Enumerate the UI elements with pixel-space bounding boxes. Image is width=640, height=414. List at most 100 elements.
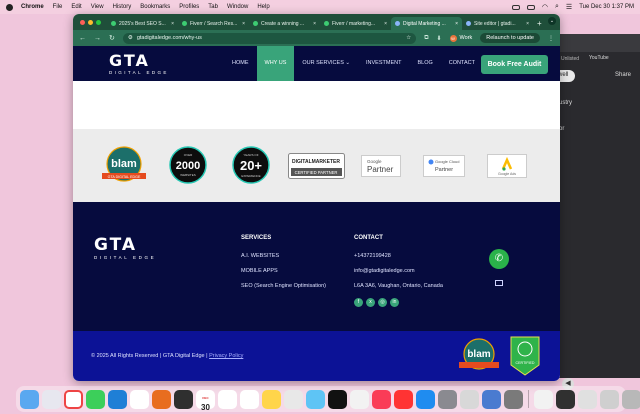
badge-2000-number: 2000 [176, 160, 200, 172]
extensions-icon[interactable]: ⧉ [424, 35, 428, 42]
minimize-window-icon[interactable] [88, 19, 93, 25]
address-bar[interactable]: ⚙ gtadigitaledge.com/why-us ☆ [122, 32, 417, 44]
nav-home[interactable]: HOME [224, 46, 257, 81]
control-center-icon[interactable]: ☰ [566, 3, 572, 11]
google-partner-text: Partner [367, 165, 394, 174]
tab-close-icon[interactable]: × [242, 21, 245, 27]
site-info-icon[interactable]: ⚙ [128, 35, 133, 41]
menubar-clock[interactable]: Tue Dec 30 1:37 PM [579, 4, 634, 10]
new-tab-icon[interactable]: + [537, 17, 542, 30]
finder-icon[interactable] [20, 389, 39, 409]
freeform-icon[interactable] [284, 389, 303, 409]
maps-icon[interactable] [306, 389, 325, 409]
menu-help[interactable]: Help [257, 4, 269, 10]
browser-tab[interactable]: Create a winning ... × [249, 17, 320, 30]
mail-icon[interactable] [495, 280, 503, 286]
terminal-icon[interactable] [174, 389, 193, 409]
screen-record-icon[interactable] [511, 4, 520, 10]
more-menu-icon[interactable]: ⋮ [548, 35, 554, 42]
browser-tab-active[interactable]: Digital Marketing ... × [391, 17, 462, 30]
apple-tv-icon[interactable] [328, 389, 347, 409]
tab-close-icon[interactable]: × [313, 21, 316, 27]
whatsapp-icon[interactable]: ✆ [489, 249, 509, 269]
nav-blog[interactable]: BLOG [409, 46, 440, 81]
tab-close-icon[interactable]: × [384, 21, 387, 27]
podcasts-icon[interactable] [350, 389, 369, 409]
contact-email[interactable]: info@gtadigitaledge.com [354, 268, 443, 274]
nav-contact[interactable]: CONTACT [441, 46, 483, 81]
system-settings-icon[interactable] [438, 389, 457, 409]
menu-edit[interactable]: Edit [71, 4, 81, 10]
menu-profiles[interactable]: Profiles [179, 4, 199, 10]
browser-tab[interactable]: 2025's Best SEO S... × [107, 17, 178, 30]
document-icon[interactable] [534, 389, 553, 409]
service-seo[interactable]: SEO (Search Engine Optimisation) [241, 283, 326, 289]
browser-tab[interactable]: Fiverr / Search Res... × [178, 17, 249, 30]
vscode-icon[interactable] [108, 389, 127, 409]
nav-our-services[interactable]: OUR SERVICES ⌄ [294, 46, 358, 81]
news-icon[interactable] [394, 389, 413, 409]
reminders-icon[interactable] [240, 389, 259, 409]
menu-bookmarks[interactable]: Bookmarks [140, 4, 170, 10]
browser-tab[interactable]: Fiverr / marketing... × [320, 17, 391, 30]
privacy-policy-link[interactable]: Privacy Policy [209, 353, 243, 359]
nav-why-us[interactable]: WHY US [256, 46, 295, 81]
reload-icon[interactable]: ↻ [109, 34, 115, 42]
trash-icon[interactable] [622, 389, 640, 409]
recent-app-icon[interactable] [556, 389, 575, 409]
notes-icon[interactable] [262, 389, 281, 409]
calendar-month: DEC [202, 395, 209, 400]
menu-window[interactable]: Window [227, 4, 248, 10]
wifi-icon[interactable]: ◠ [542, 3, 548, 11]
calendar-icon[interactable]: DEC 30 [196, 389, 215, 412]
tab-close-icon[interactable]: × [455, 21, 458, 27]
profile-button[interactable]: W Work [449, 34, 472, 42]
chevron-down-icon: ⌄ [345, 60, 351, 66]
tab-close-icon[interactable]: × [171, 21, 174, 27]
photos-icon[interactable] [130, 389, 149, 409]
maximize-window-icon[interactable] [96, 19, 101, 25]
facebook-icon[interactable]: f [354, 298, 363, 307]
bookmark-star-icon[interactable]: ☆ [406, 35, 411, 41]
search-icon[interactable]: ⌕ [555, 3, 559, 11]
site-logo[interactable]: GTA DIGITAL EDGE [109, 52, 169, 75]
recent-window-icon[interactable] [578, 389, 597, 409]
tab-search-icon[interactable]: ⌄ [548, 17, 556, 25]
contact-address: L6A 3A6, Vaughan, Ontario, Canada [354, 283, 443, 289]
menu-file[interactable]: File [53, 4, 63, 10]
close-window-icon[interactable] [80, 19, 85, 25]
bg-share-text[interactable]: Share [615, 72, 631, 78]
downloads-stack-icon[interactable] [600, 389, 619, 409]
calculator-icon[interactable] [504, 389, 523, 409]
menu-history[interactable]: History [113, 4, 132, 10]
keynote-icon[interactable] [482, 389, 501, 409]
back-icon[interactable]: ← [79, 35, 86, 42]
book-free-audit-button[interactable]: Book Free Audit [481, 55, 548, 74]
menu-chrome[interactable]: Chrome [21, 4, 44, 10]
firefox-icon[interactable] [152, 389, 171, 409]
tab-close-icon[interactable]: × [526, 21, 529, 27]
launchpad-icon[interactable] [42, 389, 61, 409]
nav-investment[interactable]: INVESTMENT [358, 46, 409, 81]
instagram-icon[interactable]: ◎ [378, 298, 387, 307]
contacts-icon[interactable] [218, 389, 237, 409]
messages-icon[interactable] [86, 389, 105, 409]
footer-logo[interactable]: GTA DIGITAL EDGE [94, 237, 156, 261]
preview-icon[interactable] [460, 389, 479, 409]
relaunch-button[interactable]: Relaunch to update [480, 33, 540, 43]
apple-icon[interactable] [6, 3, 13, 11]
forward-icon[interactable]: → [94, 35, 101, 42]
chrome-icon[interactable] [64, 389, 83, 409]
battery-icon[interactable] [526, 4, 535, 10]
menu-view[interactable]: View [91, 4, 104, 10]
service-mobile-apps[interactable]: MOBILE APPS [241, 268, 326, 274]
download-icon[interactable]: ⬇ [437, 35, 442, 42]
app-store-icon[interactable] [416, 389, 435, 409]
browser-tab[interactable]: Site editor | gtadi... × [462, 17, 533, 30]
contact-phone[interactable]: +14372199428 [354, 253, 443, 259]
music-icon[interactable] [372, 389, 391, 409]
x-twitter-icon[interactable]: x [366, 298, 375, 307]
linkedin-icon[interactable]: in [390, 298, 399, 307]
menu-tab[interactable]: Tab [208, 4, 218, 10]
service-ai-websites[interactable]: A.I. WEBSITES [241, 253, 326, 259]
